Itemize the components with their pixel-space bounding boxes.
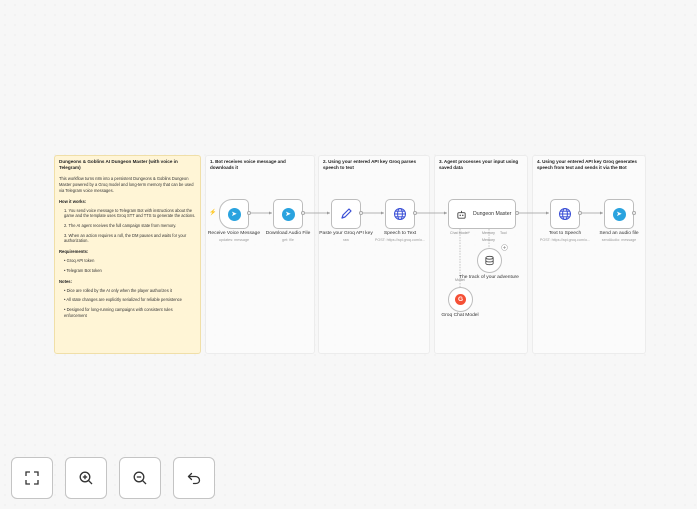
- node-label: Speech to Text: [383, 231, 417, 236]
- node-subtitle: sendAudio: message: [601, 238, 637, 242]
- undo-icon: [187, 472, 201, 485]
- connection-arrow: [600, 211, 603, 215]
- database-icon: [485, 255, 494, 266]
- node-label: Send an audio file: [599, 231, 639, 236]
- connections-layer: [249, 211, 603, 289]
- node-subtitle: POST: https://api.groq.com/o...: [374, 238, 426, 242]
- telegram-icon: ➤: [227, 207, 241, 221]
- tool-slot-label: Tool: [500, 231, 507, 235]
- fit-view-icon: [25, 471, 39, 485]
- node-dungeon-master[interactable]: Dungeon Master: [448, 199, 516, 229]
- output-port[interactable]: [413, 211, 417, 215]
- output-port[interactable]: [301, 211, 305, 215]
- node-download-audio-file[interactable]: ➤: [273, 199, 303, 229]
- pencil-icon: [341, 208, 352, 219]
- zoom-out-button[interactable]: [119, 457, 161, 499]
- globe-icon: [559, 208, 571, 220]
- add-tool-plus-icon[interactable]: [501, 244, 508, 251]
- groq-icon: G: [455, 294, 466, 305]
- undo-button[interactable]: [173, 457, 215, 499]
- robot-icon: [457, 210, 466, 219]
- workflow-canvas[interactable]: Dungeons & Goblins AI Dungeon Master (wi…: [0, 0, 697, 509]
- connection-arrow: [444, 211, 447, 215]
- model-edge-label: Model: [455, 278, 465, 282]
- node-speech-to-text[interactable]: [385, 199, 415, 229]
- output-port[interactable]: [632, 211, 636, 215]
- connection-arrow: [269, 211, 272, 215]
- output-port[interactable]: [359, 211, 363, 215]
- node-label: Groq Chat Model: [441, 313, 479, 318]
- globe-icon: [394, 208, 406, 220]
- node-label: Dungeon Master: [473, 211, 512, 217]
- zoom-out-icon: [133, 471, 147, 485]
- telegram-icon: ➤: [612, 207, 626, 221]
- connection-arrow: [381, 211, 384, 215]
- output-port[interactable]: [515, 211, 519, 215]
- memory-slot-label: Memory: [482, 231, 495, 235]
- memory-edge-label: Memory: [482, 238, 495, 242]
- connection-arrow: [327, 211, 330, 215]
- output-port[interactable]: [578, 211, 582, 215]
- node-adventure-memory[interactable]: [477, 248, 502, 273]
- node-text-to-speech[interactable]: [550, 199, 580, 229]
- chat-model-slot-label: Chat Model*: [450, 231, 470, 235]
- node-groq-chat-model[interactable]: G: [448, 287, 473, 312]
- output-port[interactable]: [247, 211, 251, 215]
- trigger-bolt-icon: ⚡: [209, 210, 217, 216]
- zoom-in-button[interactable]: [65, 457, 107, 499]
- node-receive-voice-message[interactable]: ➤: [219, 199, 249, 229]
- node-paste-groq-api-key[interactable]: [331, 199, 361, 229]
- fit-view-button[interactable]: [11, 457, 53, 499]
- node-send-audio-file[interactable]: ➤: [604, 199, 634, 229]
- connection-arrow: [546, 211, 549, 215]
- zoom-in-icon: [79, 471, 93, 485]
- telegram-icon: ➤: [281, 207, 295, 221]
